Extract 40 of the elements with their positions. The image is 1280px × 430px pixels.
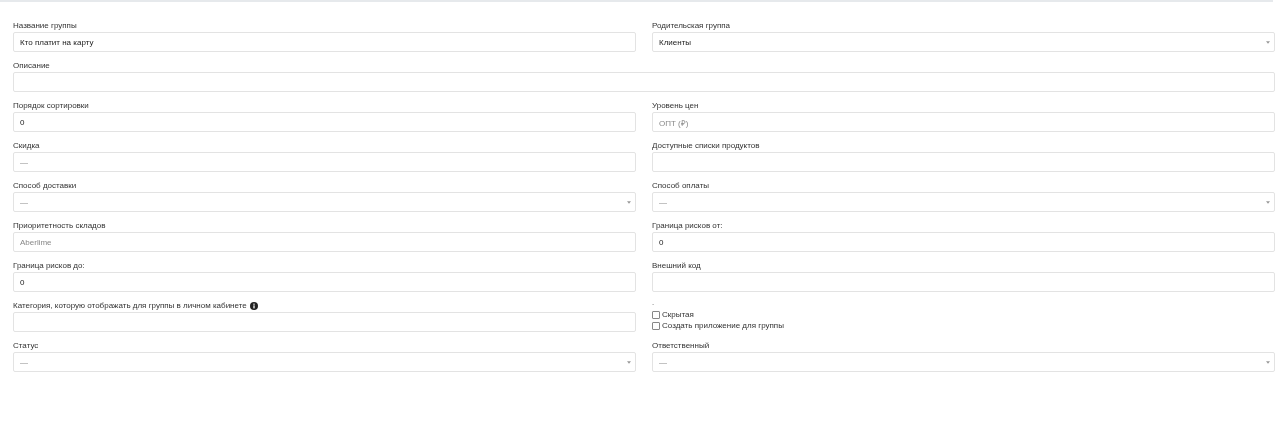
input-field[interactable]: ОПТ (₽)	[652, 112, 1275, 132]
input-field[interactable]: 0	[13, 112, 636, 132]
input-field[interactable]	[13, 312, 636, 332]
field-label: Порядок сортировки	[13, 100, 89, 112]
input-field[interactable]: Кто платит на карту	[13, 32, 636, 52]
field-label: Родительская группа	[652, 20, 731, 32]
checkbox-option[interactable]: Скрытая	[652, 309, 694, 320]
field-label: Ответственный	[652, 340, 710, 352]
field-label: Способ оплаты	[652, 180, 710, 192]
input-field[interactable]	[652, 152, 1275, 172]
field-label: Категория, которую отображать для группы в личном кабинете	[13, 300, 247, 312]
input-field[interactable]: —	[13, 152, 636, 172]
field-label: Название группы	[13, 20, 77, 32]
field-label: Уровень цен	[652, 100, 699, 112]
field-label: Скидка	[13, 140, 40, 152]
caret-icon	[627, 360, 631, 364]
field-label: Граница рисков до:	[13, 260, 85, 272]
input-field[interactable]: 0	[13, 272, 636, 292]
input-field[interactable]	[652, 272, 1275, 292]
select-field[interactable]: —	[652, 192, 1275, 212]
field-label: Доступные списки продуктов	[652, 140, 760, 152]
checkbox-option[interactable]: Создать приложение для группы	[652, 320, 784, 331]
info-icon[interactable]	[249, 301, 258, 310]
field-label: Описание	[13, 60, 50, 72]
input-field[interactable]: 0	[652, 232, 1275, 252]
caret-icon	[627, 200, 631, 204]
field-label: Внешний код	[652, 260, 701, 272]
select-field[interactable]: —	[13, 192, 636, 212]
select-field[interactable]: —	[652, 352, 1275, 372]
select-field[interactable]: Клиенты	[652, 32, 1275, 52]
select-field[interactable]: —	[13, 352, 636, 372]
input-field[interactable]	[13, 72, 1275, 92]
field-label: Приоритетность складов	[13, 220, 106, 232]
caret-icon	[1266, 40, 1270, 44]
caret-icon	[1266, 360, 1270, 364]
field-label: Статус	[13, 340, 39, 352]
caret-icon	[1266, 200, 1270, 204]
field-label: Граница рисков от:	[652, 220, 723, 232]
input-field[interactable]: Aberlime	[13, 232, 636, 252]
field-label: Способ доставки	[13, 180, 77, 192]
